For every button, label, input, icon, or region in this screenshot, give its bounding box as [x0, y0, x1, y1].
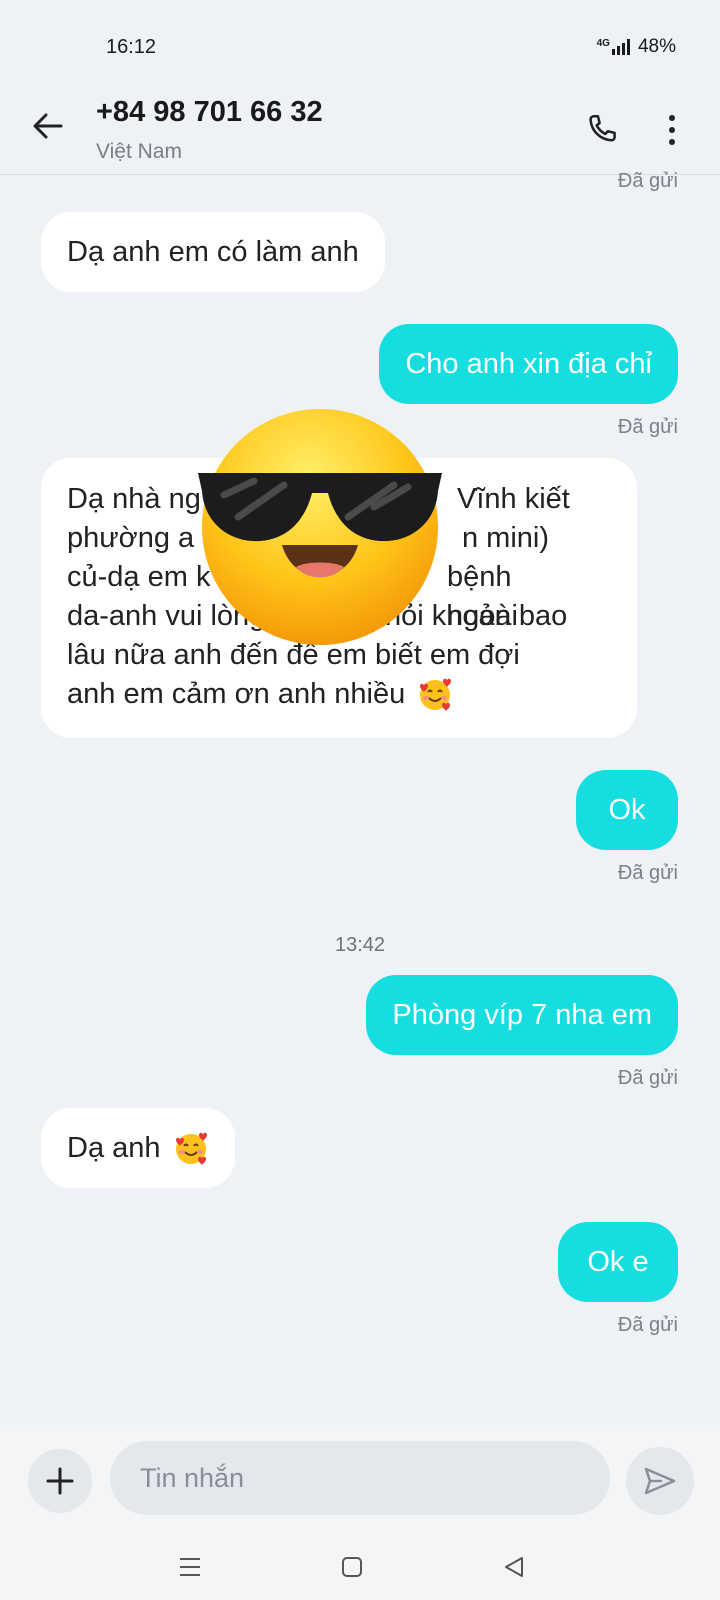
smiling-face-with-hearts-icon — [420, 679, 452, 712]
more-options-button[interactable] — [652, 110, 692, 150]
message-text: Dạ anh — [67, 1132, 161, 1164]
contact-number: +84 98 701 66 32 — [96, 96, 323, 128]
message-text: Phòng víp 7 nha em — [392, 999, 652, 1031]
recents-icon — [180, 1558, 200, 1576]
phone-icon — [589, 114, 616, 142]
plus-icon — [46, 1467, 74, 1495]
more-vert-icon — [669, 115, 675, 145]
network-type: 4G — [596, 38, 610, 49]
message-text: Ok — [608, 794, 646, 826]
back-button[interactable] — [26, 104, 70, 148]
message-text: Cho anh xin địa chỉ — [405, 348, 652, 380]
send-icon — [644, 1467, 676, 1495]
status-time: 16:12 — [106, 36, 157, 58]
message-status: Đã gửi — [617, 416, 678, 438]
message-text: Dạ anh em có làm anh — [67, 236, 359, 268]
message-status: Đã gửi — [617, 862, 678, 884]
outgoing-message[interactable]: Cho anh xin địa chỉ — [379, 324, 678, 404]
sunglasses-emoji-icon — [198, 409, 442, 645]
conversation-header: +84 98 701 66 32 Việt Nam — [0, 80, 720, 175]
send-button[interactable] — [626, 1447, 694, 1515]
home-icon — [342, 1557, 362, 1577]
message-list[interactable]: Đã gửi Dạ anh em có làm anh Cho anh xin … — [0, 170, 720, 1425]
message-input[interactable] — [110, 1441, 610, 1515]
status-bar: 16:12 4G 48% — [0, 0, 720, 80]
message-status: Đã gửi — [617, 170, 678, 192]
message-text: Ok e — [587, 1246, 649, 1278]
incoming-message[interactable]: Dạ anh em có làm anh — [41, 212, 385, 292]
recents-button[interactable] — [170, 1551, 210, 1583]
contact-country: Việt Nam — [96, 140, 182, 163]
nav-back-button[interactable] — [494, 1551, 534, 1583]
message-status: Đã gửi — [617, 1067, 678, 1089]
call-button[interactable] — [584, 111, 624, 151]
incoming-message[interactable]: Dạ anh — [41, 1108, 235, 1188]
time-divider: 13:42 — [334, 934, 386, 956]
back-arrow-icon — [33, 113, 63, 139]
signal-icon: 4G — [596, 38, 630, 55]
message-status: Đã gửi — [617, 1314, 678, 1336]
system-nav-bar — [0, 1537, 720, 1600]
outgoing-message[interactable]: Ok — [576, 770, 678, 850]
outgoing-message[interactable]: Ok e — [558, 1222, 678, 1302]
battery-percent: 48% — [637, 36, 676, 57]
home-button[interactable] — [332, 1551, 372, 1583]
smiling-face-with-hearts-icon — [175, 1133, 207, 1166]
status-indicators: 4G 48% — [597, 36, 676, 58]
back-triangle-icon — [505, 1557, 523, 1577]
message-composer — [0, 1425, 720, 1537]
outgoing-message[interactable]: Phòng víp 7 nha em — [366, 975, 678, 1055]
add-attachment-button[interactable] — [28, 1449, 92, 1513]
